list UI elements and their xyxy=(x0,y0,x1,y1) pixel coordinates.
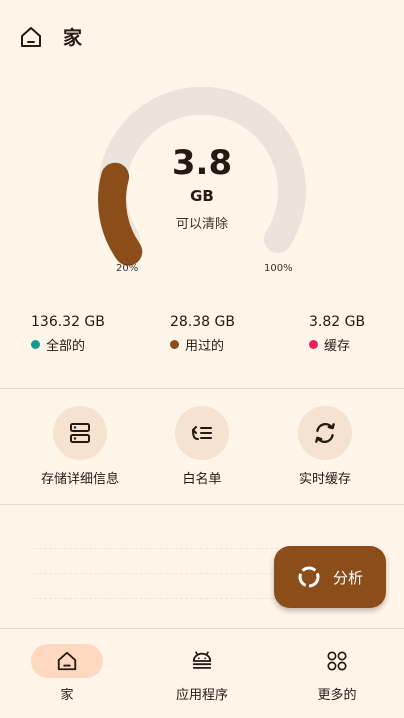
storage-gauge: 3.8 GB 可以清除 20% 100% xyxy=(0,80,404,290)
whitelist-label: 白名单 xyxy=(182,472,222,487)
stat-cache: 3.82 GB 缓存 xyxy=(309,314,365,354)
home-icon xyxy=(57,651,77,671)
bottom-navigation: 家 应用程序 更多的 xyxy=(0,628,404,718)
storage-icon xyxy=(70,423,90,443)
refresh-icon xyxy=(315,422,335,444)
stat-total-label: 全部的 xyxy=(46,339,86,354)
gauge-max-label: 100% xyxy=(264,263,293,274)
storage-stats: 136.32 GB 全部的 28.38 GB 用过的 3.82 GB 缓存 xyxy=(0,314,404,364)
stat-total-value: 136.32 GB xyxy=(31,314,105,330)
nav-home[interactable]: 家 xyxy=(0,629,134,703)
gauge-svg xyxy=(98,86,306,266)
cleanable-unit: GB xyxy=(190,187,214,205)
whitelist-icon xyxy=(192,426,212,440)
stat-used: 28.38 GB 用过的 xyxy=(170,314,235,354)
nav-home-label: 家 xyxy=(60,688,74,703)
stat-cache-value: 3.82 GB xyxy=(309,314,366,330)
analyze-button[interactable]: 分析 xyxy=(274,546,386,608)
storage-details-button[interactable]: 存储详细信息 xyxy=(20,406,140,487)
cleanable-value: 3.8 xyxy=(171,143,233,183)
nav-apps[interactable]: 应用程序 xyxy=(135,629,269,703)
realtime-cache-button[interactable]: 实时缓存 xyxy=(265,406,385,487)
nav-more-label: 更多的 xyxy=(317,688,357,703)
realtime-cache-label: 实时缓存 xyxy=(298,472,351,487)
storage-details-label: 存储详细信息 xyxy=(40,472,119,487)
stat-used-label: 用过的 xyxy=(185,339,225,354)
stat-cache-dot xyxy=(309,340,318,349)
stat-used-dot xyxy=(170,340,179,349)
stat-cache-label: 缓存 xyxy=(324,339,351,354)
stat-total-dot xyxy=(31,340,40,349)
stat-total: 136.32 GB 全部的 xyxy=(31,314,105,354)
android-icon xyxy=(192,651,212,669)
home-icon[interactable] xyxy=(19,25,43,49)
gauge-min-label: 20% xyxy=(116,263,139,274)
quick-actions: 存储详细信息 白名单 实时缓存 xyxy=(0,406,404,496)
nav-more[interactable]: 更多的 xyxy=(270,629,404,703)
top-app-bar: 家 xyxy=(0,0,404,72)
cleanable-label: 可以清除 xyxy=(175,217,228,232)
stat-used-value: 28.38 GB xyxy=(170,314,235,330)
page-title: 家 xyxy=(63,27,83,49)
divider-bottom xyxy=(0,504,404,505)
nav-apps-label: 应用程序 xyxy=(175,688,228,703)
divider-top xyxy=(0,388,404,389)
whitelist-button[interactable]: 白名单 xyxy=(142,406,262,487)
progress-ring-icon xyxy=(298,566,320,588)
analyze-label: 分析 xyxy=(332,568,363,587)
grid-circles-icon xyxy=(327,651,347,671)
